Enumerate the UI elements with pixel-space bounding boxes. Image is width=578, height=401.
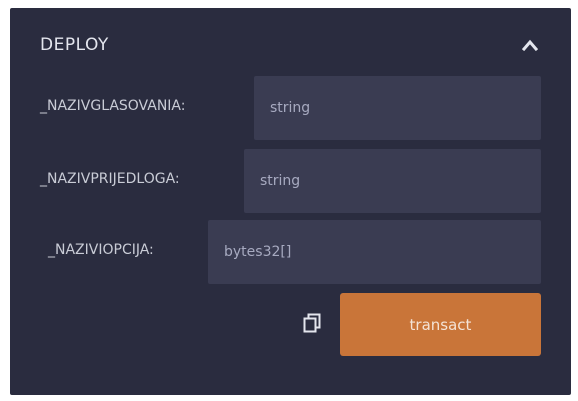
- collapse-button[interactable]: [510, 30, 550, 60]
- deploy-panel-header[interactable]: DEPLOY: [10, 8, 571, 78]
- panel-title: DEPLOY: [40, 35, 109, 55]
- transact-button[interactable]: transact: [340, 293, 541, 356]
- copy-button[interactable]: [300, 310, 324, 336]
- param-row-nazivprijedloga: _NAZIVPRIJEDLOGA:: [10, 149, 571, 213]
- deploy-panel: DEPLOY _NAZIVGLASOVANIA: _NAZIVPRIJEDLOG…: [10, 8, 571, 395]
- naziviopcija-input[interactable]: [208, 220, 541, 284]
- param-label: _NAZIVIOPCIJA:: [48, 242, 154, 258]
- nazivglasovania-input[interactable]: [254, 76, 541, 140]
- chevron-up-icon: [522, 39, 538, 51]
- param-row-naziviopcija: _NAZIVIOPCIJA:: [10, 220, 571, 284]
- copy-icon: [303, 313, 321, 333]
- param-label: _NAZIVGLASOVANIA:: [40, 98, 186, 114]
- nazivprijedloga-input[interactable]: [244, 149, 541, 213]
- param-row-nazivglasovania: _NAZIVGLASOVANIA:: [10, 76, 571, 140]
- param-label: _NAZIVPRIJEDLOGA:: [40, 171, 180, 187]
